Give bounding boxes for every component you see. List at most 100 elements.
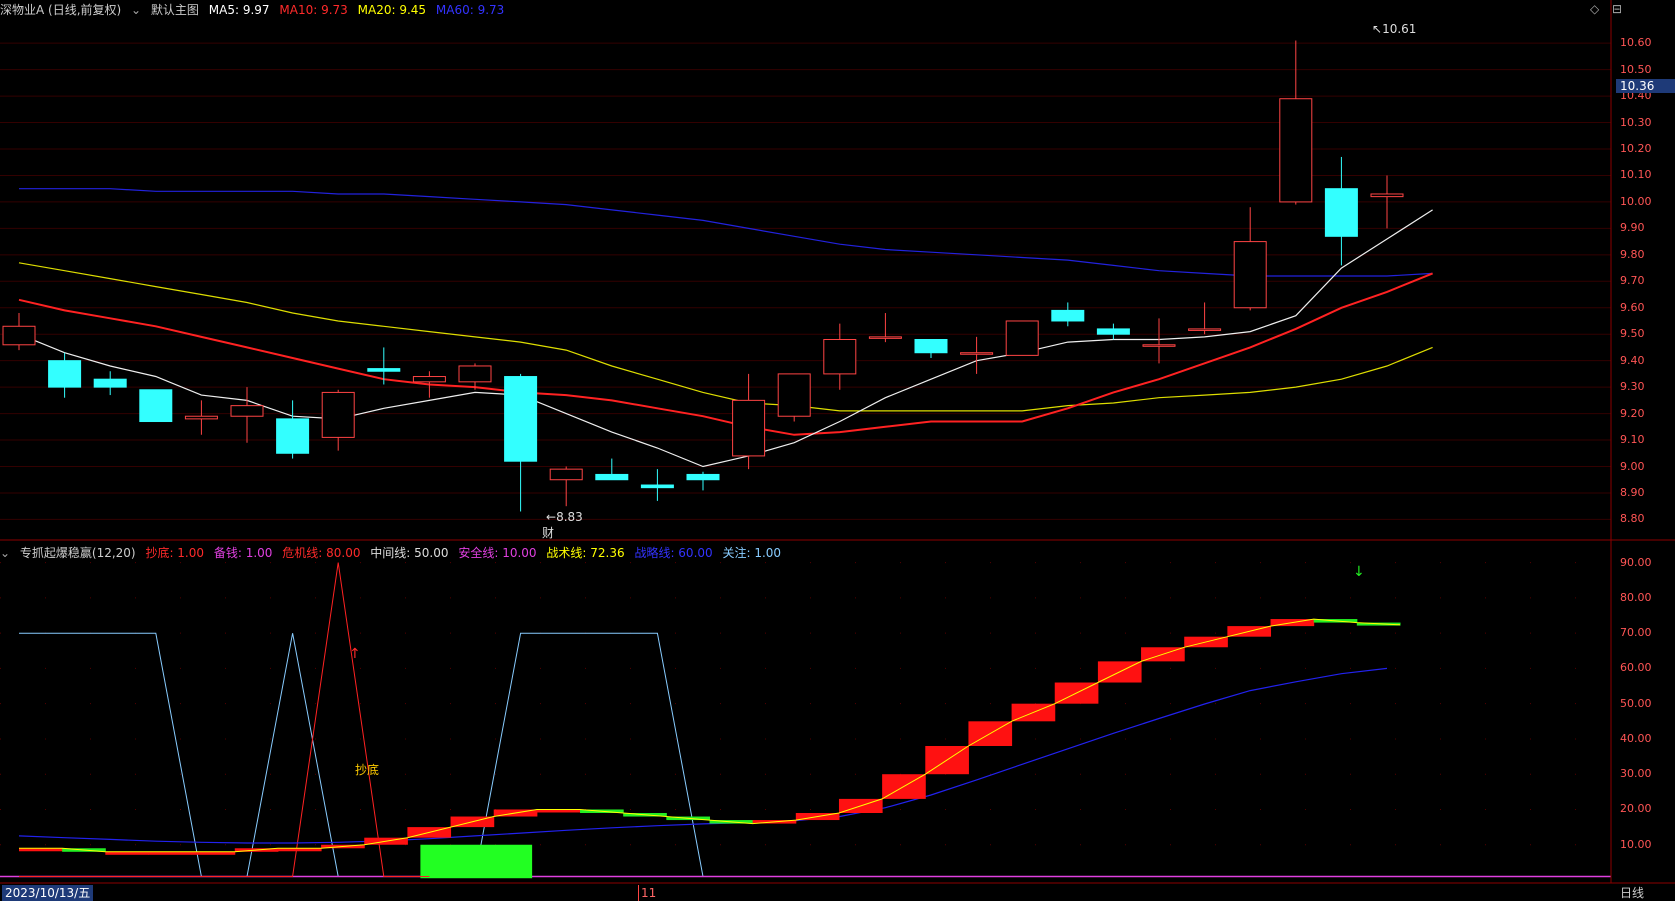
price-tick-label: 9.10 — [1620, 433, 1645, 447]
month-marker: 11 — [638, 885, 656, 901]
candle-up — [458, 365, 492, 383]
chevron-down-icon[interactable]: ⌄ — [0, 546, 10, 560]
price-tick-label: 9.90 — [1620, 221, 1645, 235]
price-tick-label: 9.60 — [1620, 300, 1645, 314]
indicator-tick-label: 70.00 — [1620, 626, 1652, 640]
price-tick-label: 10.20 — [1620, 142, 1652, 155]
line-label-danger: 危机线: 80.00 — [282, 546, 361, 560]
indicator-tick-label: 40.00 — [1620, 731, 1652, 745]
panel-toggle-icon[interactable]: ⊟ — [1612, 2, 1622, 16]
price-tick-label: 8.90 — [1620, 485, 1645, 499]
stock-chart-canvas[interactable] — [0, 0, 1675, 901]
indicator-tick-label: 60.00 — [1620, 661, 1652, 675]
indicator-tick-label: 90.00 — [1620, 555, 1652, 569]
indicator-tick-label: 20.00 — [1620, 802, 1652, 816]
chevron-down-icon[interactable]: ⌄ — [131, 3, 141, 17]
indicator-tick-label: 30.00 — [1620, 767, 1652, 781]
price-tick-label: 9.70 — [1620, 274, 1645, 288]
line-label-tactical: 战术线: 72.36 — [546, 546, 625, 560]
candle-up — [1370, 193, 1404, 198]
candle-up — [732, 399, 766, 457]
indicator-tick-label: 80.00 — [1620, 590, 1652, 604]
price-tick-label: 9.30 — [1620, 380, 1645, 394]
indicator-tick-label: 50.00 — [1620, 696, 1652, 710]
financial-report-marker[interactable]: 财 — [542, 526, 554, 540]
candle-down — [1324, 188, 1358, 237]
ma5-line — [18, 209, 1433, 468]
candle-up — [868, 336, 902, 339]
price-tick-label: 10.30 — [1620, 115, 1652, 129]
price-legend: 深物业A (日线,前复权) ⌄ 默认主图 MA5: 9.97 MA10: 9.7… — [0, 0, 510, 20]
candle-up — [184, 415, 218, 420]
candle-up — [412, 376, 446, 383]
candle-down — [595, 473, 629, 481]
candle-down — [914, 339, 948, 354]
candle-up — [777, 373, 811, 417]
price-tick-label: 9.80 — [1620, 247, 1645, 261]
ma20-line — [18, 262, 1433, 412]
period-selector[interactable]: 日线 — [1620, 885, 1644, 901]
candle-up — [1188, 328, 1222, 331]
theme-label[interactable]: 默认主图 — [151, 3, 199, 17]
ma60-label: MA60: 9.73 — [435, 3, 505, 17]
candle-up — [1233, 241, 1267, 309]
ma5-label: MA5: 9.97 — [208, 3, 270, 17]
price-tick-label: 10.60 — [1620, 36, 1652, 50]
price-tick-label: 10.50 — [1620, 62, 1652, 76]
candle-down — [640, 484, 674, 489]
line-label-reserve: 备钱: 1.00 — [213, 546, 273, 560]
indicator-grid — [0, 562, 1611, 846]
candle-up — [549, 468, 583, 481]
price-tick-label: 9.50 — [1620, 327, 1645, 341]
high-price-value: 10.61 — [1382, 22, 1417, 36]
candle-down — [686, 473, 720, 481]
candle-up — [2, 325, 36, 346]
price-tick-label: 9.00 — [1620, 459, 1645, 473]
candle-up — [1005, 320, 1039, 356]
candle-down — [93, 378, 127, 388]
low-price-value: 8.83 — [556, 510, 583, 524]
candle-down — [367, 368, 401, 372]
line-label-attention: 关注: 1.00 — [722, 546, 782, 560]
diamond-icon[interactable]: ◇ — [1590, 2, 1599, 16]
price-tick-label: 10.10 — [1620, 168, 1652, 182]
indicator-plot — [0, 562, 1611, 879]
current-price-tag: 10.36 — [1616, 79, 1675, 93]
indicator-legend: ⌄ 专抓起爆稳赢(12,20) 抄底: 1.00 备钱: 1.00 危机线: 8… — [0, 543, 787, 563]
candle-down — [139, 389, 173, 423]
ma10-label: MA10: 9.73 — [279, 3, 348, 17]
low-price-label: ←8.83 — [546, 510, 583, 524]
line-label-strategic: 战略线: 60.00 — [634, 546, 713, 560]
candle-down — [1051, 309, 1085, 322]
candle-down — [48, 360, 82, 388]
indicator-tick-label: 10.00 — [1620, 837, 1652, 851]
candle-up — [321, 391, 355, 438]
candle-up — [230, 405, 264, 417]
ma20-label: MA20: 9.45 — [357, 3, 427, 17]
price-tick-label: 10.00 — [1620, 194, 1652, 208]
price-candles — [2, 40, 1433, 512]
price-tick-label: 9.40 — [1620, 353, 1645, 367]
candle-up — [823, 339, 857, 375]
line-label-bottom-fishing: 抄底: 1.00 — [145, 546, 205, 560]
line-label-middle: 中间线: 50.00 — [370, 546, 449, 560]
stock-title[interactable]: 深物业A (日线,前复权) — [0, 3, 121, 17]
candle-up — [960, 352, 994, 355]
candle-up — [1142, 344, 1176, 347]
candle-down — [276, 418, 310, 454]
up-arrow-icon: ↑ — [349, 646, 361, 662]
candle-down — [1096, 328, 1130, 335]
price-grid — [0, 42, 1611, 520]
attention-line — [19, 632, 1387, 877]
candle-up — [1279, 98, 1313, 203]
danger-spike-line — [19, 562, 430, 877]
price-tick-label: 8.80 — [1620, 512, 1645, 526]
bottom-fishing-signal-text: 抄底 — [355, 763, 380, 777]
indicator-name[interactable]: 专抓起爆稳赢(12,20) — [20, 546, 136, 560]
date-cursor-label: 2023/10/13/五 — [2, 885, 94, 901]
price-tick-label: 9.20 — [1620, 406, 1645, 420]
line-label-safety: 安全线: 10.00 — [458, 546, 537, 560]
high-price-label: ↖10.61 — [1372, 22, 1417, 36]
reserve-bar — [420, 844, 533, 879]
candle-down — [504, 376, 538, 462]
